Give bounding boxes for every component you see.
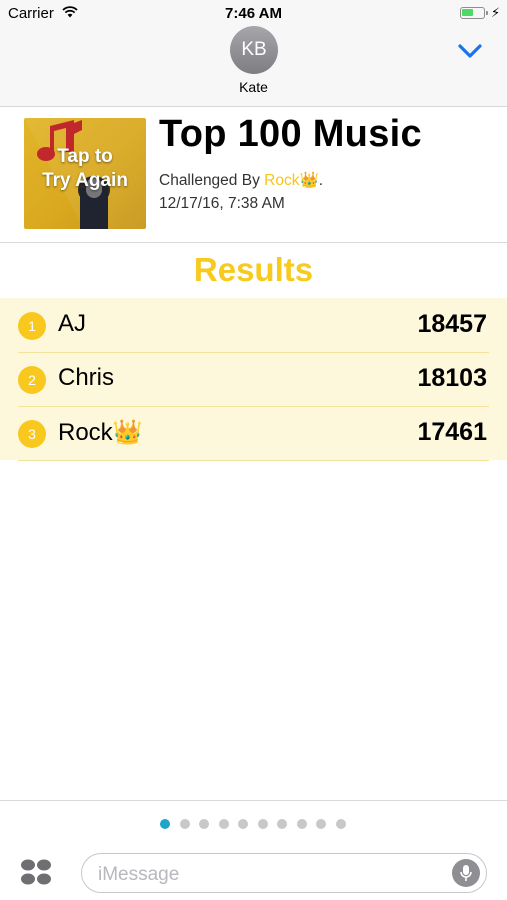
page-dot[interactable] (257, 819, 268, 829)
status-bar: Carrier 7:46 AM ⚡ (0, 0, 507, 28)
app-drawer-icon[interactable] (20, 858, 52, 886)
tap-to-label: Tap to (57, 146, 113, 167)
results-list: 1 AJ 18457 2 Chris 18103 3 Rock👑 17461 (0, 298, 507, 461)
result-row-3: 3 Rock👑 17461 (18, 406, 489, 461)
page-dot[interactable] (218, 819, 229, 829)
result-row-1: 1 AJ 18457 (18, 298, 489, 353)
player-name: Chris (58, 364, 115, 391)
microphone-icon[interactable] (452, 859, 480, 887)
page-dot[interactable] (199, 819, 209, 829)
try-again-label: Try Again (42, 170, 128, 191)
results-title: Results (193, 251, 314, 288)
challenged-prefix: Challenged By (159, 172, 265, 189)
player-name: AJ (58, 310, 87, 337)
page-dot[interactable] (296, 819, 307, 829)
player-name: Rock👑 (58, 419, 143, 446)
battery-icon (460, 7, 488, 19)
player-score: 17461 (417, 418, 487, 446)
chevron-down-icon[interactable] (457, 42, 483, 60)
rank-badge: 3 (18, 420, 46, 448)
rank-badge: 2 (18, 366, 46, 394)
player-score: 18103 (417, 364, 487, 392)
divider (0, 242, 507, 243)
page-dot[interactable] (277, 819, 287, 829)
page-indicator[interactable] (160, 819, 346, 829)
page-dot[interactable] (160, 819, 170, 829)
page-dot[interactable] (179, 819, 190, 829)
avatar[interactable]: KB (230, 26, 278, 74)
status-time: 7:46 AM (225, 5, 282, 22)
game-thumbnail[interactable]: Tap to Try Again (24, 118, 146, 229)
game-title: Top 100 Music (159, 113, 422, 155)
rank-badge: 1 (18, 312, 46, 340)
challenged-suffix: . (318, 172, 324, 189)
challenge-date: 12/17/16, 7:38 AM (159, 195, 285, 212)
divider (0, 800, 507, 801)
result-row-2: 2 Chris 18103 (18, 352, 489, 407)
challenger-name: Rock👑 (264, 172, 319, 189)
charging-bolt-icon: ⚡ (491, 5, 501, 20)
page-dot[interactable] (316, 819, 326, 829)
imessage-input[interactable]: iMessage (81, 853, 487, 893)
page-dot[interactable] (238, 819, 248, 829)
imessage-placeholder: iMessage (98, 864, 180, 885)
challenged-by-text: Challenged By Rock👑. (159, 171, 323, 190)
page-dot[interactable] (335, 819, 346, 829)
player-score: 18457 (417, 310, 487, 338)
contact-name[interactable]: Kate (0, 79, 507, 95)
